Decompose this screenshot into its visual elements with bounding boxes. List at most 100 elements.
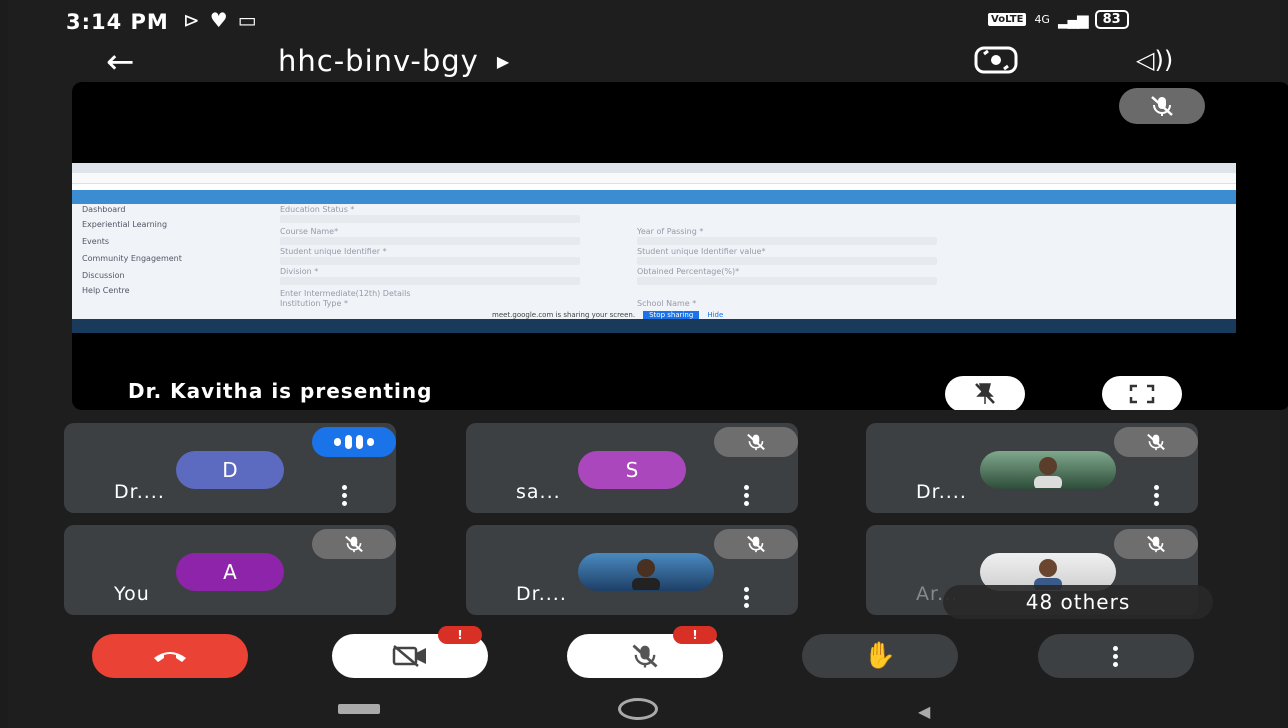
mic-off-icon xyxy=(1114,529,1198,559)
participant-name: Dr.... xyxy=(916,481,967,503)
share-notice-bar: meet.google.com is sharing your screen. … xyxy=(492,311,723,319)
raise-hand-button[interactable]: ✋ xyxy=(802,634,958,678)
status-right: VoLTE 4G ▂▄▆ 83 xyxy=(988,10,1129,29)
participant-name-you: You xyxy=(114,583,150,605)
participant-tile[interactable]: S sa... xyxy=(466,423,798,513)
field-label-uid-value: Student unique Identifier value* xyxy=(637,247,766,256)
field-label-institution: Institution Type * xyxy=(280,299,348,308)
mic-toggle-button[interactable]: ! xyxy=(567,626,723,678)
shared-sidebar: Dashboard Experiential Learning Events C… xyxy=(82,203,262,297)
cast-icon: ⊳ xyxy=(183,8,210,32)
end-call-button[interactable] xyxy=(92,634,248,678)
avatar: A xyxy=(176,553,284,591)
mic-alert-badge: ! xyxy=(673,626,717,644)
more-options-button[interactable] xyxy=(1038,634,1194,678)
avatar-photo xyxy=(980,451,1116,489)
presenter-muted-pill xyxy=(1119,88,1205,124)
pin-off-icon xyxy=(975,383,995,404)
field-label-uid: Student unique Identifier * xyxy=(280,247,387,256)
speaker-icon[interactable]: ◁)) xyxy=(1136,46,1173,74)
field-label-percentage: Obtained Percentage(%)* xyxy=(637,267,740,276)
expand-triangle-icon: ▶ xyxy=(496,51,511,71)
participant-name: Dr.... xyxy=(516,583,567,605)
field-label-year: Year of Passing * xyxy=(637,227,704,236)
battery-level: 83 xyxy=(1094,10,1129,29)
sidebar-item-community: Community Engagement xyxy=(82,254,182,263)
camera-off-icon xyxy=(392,645,426,667)
mic-off-icon xyxy=(632,644,658,668)
participant-tile[interactable]: Dr.... xyxy=(866,423,1198,513)
participant-tile[interactable]: A You xyxy=(64,525,396,615)
home-nav-icon[interactable] xyxy=(618,698,658,720)
windows-taskbar xyxy=(72,319,1236,333)
field-division xyxy=(280,277,580,285)
mic-off-icon xyxy=(1114,427,1198,457)
signal-icon: ▂▄▆ xyxy=(1057,10,1089,29)
field-label-division: Division * xyxy=(280,267,319,276)
field-course xyxy=(280,237,580,245)
field-education xyxy=(280,215,580,223)
participant-tile[interactable]: Dr.... xyxy=(466,525,798,615)
mic-off-icon xyxy=(312,529,396,559)
fullscreen-button[interactable] xyxy=(1102,376,1182,410)
field-label-school: School Name * xyxy=(637,299,697,308)
sidebar-item-help: Help Centre xyxy=(82,286,130,295)
status-notification-icons: ⊳♥▭ xyxy=(183,8,267,32)
mic-off-icon xyxy=(1151,96,1173,116)
participant-name: sa... xyxy=(516,481,561,503)
field-label-course: Course Name* xyxy=(280,227,339,236)
browser-tab-bar xyxy=(72,163,1236,173)
network-type: 4G xyxy=(1034,13,1050,26)
field-uid-value xyxy=(637,257,937,265)
avatar-initial: S xyxy=(625,458,639,482)
others-count-pill[interactable]: 48 others xyxy=(943,585,1213,619)
participant-name: Dr.... xyxy=(114,481,165,503)
share-notice: meet.google.com is sharing your screen. xyxy=(492,311,636,319)
volte-badge: VoLTE xyxy=(988,13,1027,26)
more-options-icon[interactable] xyxy=(342,485,348,506)
end-call-icon xyxy=(154,652,186,662)
meeting-code[interactable]: hhc-binv-bgy ▶ xyxy=(278,44,510,78)
heart-icon: ♥ xyxy=(209,8,238,32)
stop-sharing-button: Stop sharing xyxy=(643,311,700,319)
avatar-initial: A xyxy=(223,560,237,584)
more-options-icon[interactable] xyxy=(744,587,750,608)
video-icon: ▭ xyxy=(237,8,267,32)
shared-screen: Dashboard Experiential Learning Events C… xyxy=(72,163,1236,333)
field-label-intermediate: Enter Intermediate(12th) Details xyxy=(280,289,411,298)
hide-button: Hide xyxy=(707,311,724,319)
participant-tile[interactable]: D Dr.... xyxy=(64,423,396,513)
mic-off-icon xyxy=(714,529,798,559)
more-options-icon[interactable] xyxy=(1154,485,1160,506)
meet-app: 3:14 PM ⊳♥▭ VoLTE 4G ▂▄▆ 83 ← hhc-binv-b… xyxy=(8,0,1288,728)
sidebar-item-discussion: Discussion xyxy=(82,271,125,280)
presentation-area: Dashboard Experiential Learning Events C… xyxy=(72,82,1288,410)
more-options-icon[interactable] xyxy=(744,485,750,506)
hand-icon: ✋ xyxy=(863,641,897,671)
recents-nav-icon[interactable] xyxy=(338,704,380,714)
sidebar-item-dashboard: Dashboard xyxy=(82,205,126,214)
field-percentage xyxy=(637,277,937,285)
sidebar-item-events: Events xyxy=(82,237,110,246)
avatar: D xyxy=(176,451,284,489)
field-year xyxy=(637,237,937,245)
unpin-button[interactable] xyxy=(945,376,1025,410)
avatar-photo xyxy=(578,553,714,591)
camera-alert-badge: ! xyxy=(438,626,482,644)
camera-toggle-button[interactable]: ! xyxy=(332,626,488,678)
back-arrow-icon[interactable]: ← xyxy=(106,42,135,82)
status-time: 3:14 PM xyxy=(66,10,169,34)
app-header xyxy=(72,190,1236,204)
avatar-initial: D xyxy=(222,458,238,482)
avatar: S xyxy=(578,451,686,489)
mic-off-icon xyxy=(714,427,798,457)
switch-camera-icon[interactable] xyxy=(974,44,1018,76)
speaking-indicator xyxy=(312,427,396,457)
field-label-education: Education Status * xyxy=(280,205,355,214)
field-uid xyxy=(280,257,580,265)
meeting-code-label: hhc-binv-bgy xyxy=(278,44,479,78)
browser-url-bar xyxy=(72,173,1236,184)
back-nav-icon[interactable]: ◀ xyxy=(918,702,930,721)
fullscreen-icon xyxy=(1129,384,1155,404)
sidebar-item-experiential: Experiential Learning xyxy=(82,220,168,229)
